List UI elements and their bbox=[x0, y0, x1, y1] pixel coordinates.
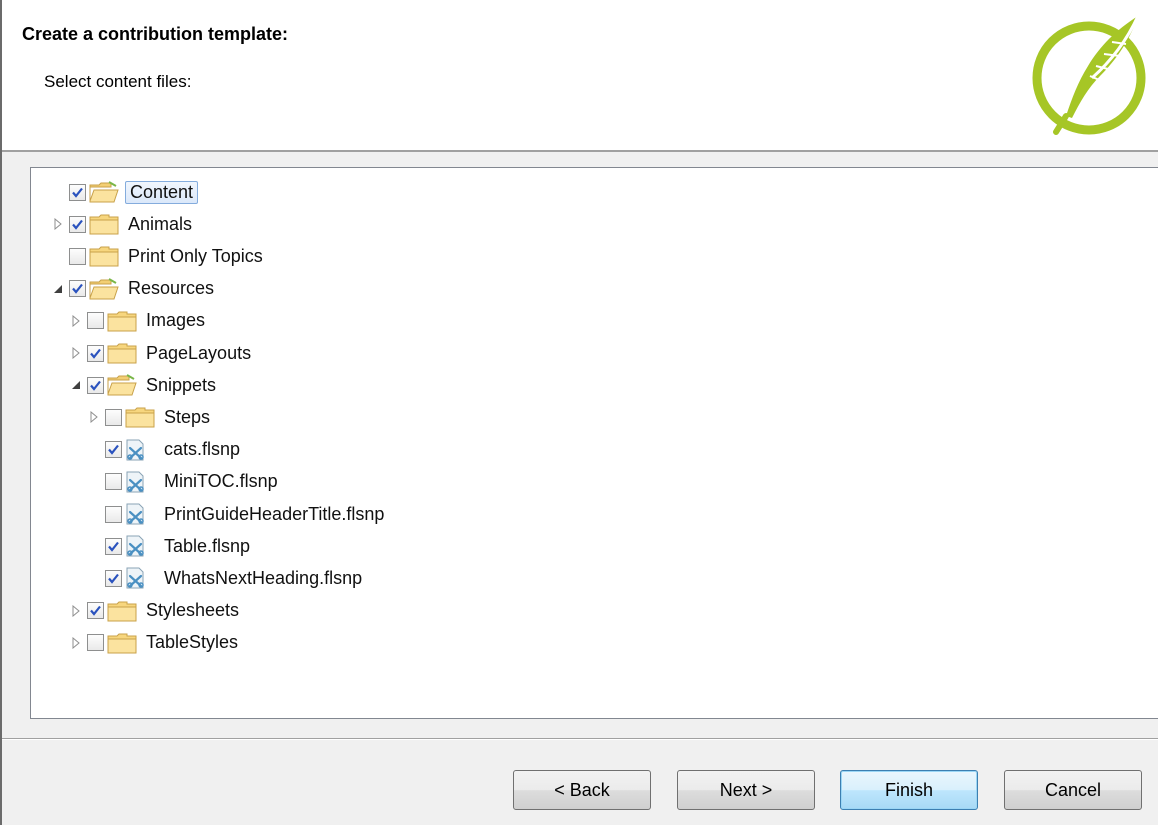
folder-icon bbox=[107, 600, 137, 622]
tree-item-checkbox[interactable] bbox=[105, 473, 122, 491]
expand-arrow-icon[interactable] bbox=[69, 604, 83, 618]
tree-item[interactable]: Animals bbox=[51, 209, 195, 239]
expand-arrow-icon[interactable] bbox=[69, 314, 83, 328]
tree-item-label: Stylesheets bbox=[146, 600, 240, 621]
tree-item[interactable]: Steps bbox=[87, 402, 213, 432]
tree-item[interactable]: WhatsNextHeading.flsnp bbox=[87, 563, 365, 593]
tree-item[interactable]: TableStyles bbox=[69, 628, 241, 658]
tree-item-label: Snippets bbox=[146, 374, 217, 395]
tree-item-label: Animals bbox=[128, 213, 193, 234]
snippet-file-icon bbox=[125, 471, 155, 493]
wizard-header: Create a contribution template: Select c… bbox=[2, 0, 1158, 152]
quill-logo-icon bbox=[1032, 15, 1146, 135]
tree-item[interactable]: MiniTOC.flsnp bbox=[87, 467, 281, 497]
tree-item-label: Content bbox=[125, 180, 199, 204]
tree-item-checkbox[interactable] bbox=[105, 569, 122, 587]
open-folder-icon bbox=[107, 374, 137, 396]
footer-divider bbox=[2, 738, 1158, 740]
folder-icon bbox=[107, 342, 137, 364]
tree-item[interactable]: Resources bbox=[51, 274, 217, 304]
tree-item-checkbox[interactable] bbox=[87, 602, 104, 620]
tree-item-label: PrintGuideHeaderTitle.flsnp bbox=[164, 503, 385, 524]
tree-item-checkbox[interactable] bbox=[69, 280, 86, 298]
page-title: Create a contribution template: bbox=[22, 24, 289, 44]
folder-icon bbox=[89, 245, 119, 267]
tree-item-label: cats.flsnp bbox=[164, 439, 241, 460]
tree-item[interactable]: Content bbox=[51, 177, 199, 207]
snippet-file-icon bbox=[125, 567, 155, 589]
tree-item[interactable]: PageLayouts bbox=[69, 338, 254, 368]
tree-item[interactable]: Table.flsnp bbox=[87, 531, 253, 561]
back-button[interactable]: < Back bbox=[513, 770, 651, 810]
tree-item[interactable]: Snippets bbox=[69, 370, 219, 400]
tree-item-label: PageLayouts bbox=[146, 342, 252, 363]
tree-item-checkbox[interactable] bbox=[105, 408, 122, 426]
tree-item-checkbox[interactable] bbox=[87, 376, 104, 394]
tree-item-checkbox[interactable] bbox=[87, 344, 104, 362]
snippet-file-icon bbox=[125, 535, 155, 557]
finish-button[interactable]: Finish bbox=[840, 770, 978, 810]
content-files-tree[interactable]: Content Animals Print Only Topics Resources… bbox=[30, 167, 1158, 719]
tree-item-checkbox[interactable] bbox=[87, 312, 104, 330]
tree-item-checkbox[interactable] bbox=[69, 247, 86, 265]
open-folder-icon bbox=[89, 277, 119, 300]
tree-item-label: Resources bbox=[128, 278, 215, 299]
tree-item-label: Print Only Topics bbox=[128, 245, 263, 266]
tree-item-checkbox[interactable] bbox=[105, 441, 122, 459]
tree-item-checkbox[interactable] bbox=[69, 215, 86, 233]
expand-arrow-icon[interactable] bbox=[69, 346, 83, 360]
next-button[interactable]: Next > bbox=[677, 770, 815, 810]
expand-arrow-icon[interactable] bbox=[69, 636, 83, 650]
tree-item[interactable]: cats.flsnp bbox=[87, 435, 243, 465]
tree-item-label: MiniTOC.flsnp bbox=[164, 471, 278, 492]
cancel-button[interactable]: Cancel bbox=[1004, 770, 1142, 810]
tree-item[interactable]: Print Only Topics bbox=[51, 241, 266, 271]
folder-icon bbox=[89, 213, 119, 235]
folder-icon bbox=[107, 632, 137, 654]
tree-item[interactable]: Images bbox=[69, 306, 208, 336]
tree-item-label: TableStyles bbox=[146, 632, 239, 653]
collapse-arrow-icon[interactable] bbox=[51, 282, 65, 296]
folder-icon bbox=[107, 310, 137, 332]
tree-item-label: Steps bbox=[164, 406, 211, 427]
snippet-file-icon bbox=[125, 503, 155, 525]
tree-item-label: WhatsNextHeading.flsnp bbox=[164, 567, 363, 588]
expand-arrow-icon[interactable] bbox=[87, 410, 101, 424]
tree-item-label: Table.flsnp bbox=[164, 535, 251, 556]
collapse-arrow-icon[interactable] bbox=[69, 378, 83, 392]
tree-item-checkbox[interactable] bbox=[87, 634, 104, 652]
expand-arrow-icon[interactable] bbox=[51, 217, 65, 231]
tree-item-checkbox[interactable] bbox=[105, 505, 122, 523]
snippet-file-icon bbox=[125, 439, 155, 461]
wizard-window: Create a contribution template: Select c… bbox=[0, 0, 1158, 825]
tree-item[interactable]: Stylesheets bbox=[69, 596, 242, 626]
tree-item[interactable]: PrintGuideHeaderTitle.flsnp bbox=[87, 499, 387, 529]
tree-item-checkbox[interactable] bbox=[105, 537, 122, 555]
tree-item-label: Images bbox=[146, 310, 206, 331]
page-subtitle: Select content files: bbox=[44, 72, 192, 91]
tree-item-checkbox[interactable] bbox=[69, 183, 86, 201]
folder-icon bbox=[125, 406, 155, 428]
open-folder-icon bbox=[89, 181, 119, 203]
